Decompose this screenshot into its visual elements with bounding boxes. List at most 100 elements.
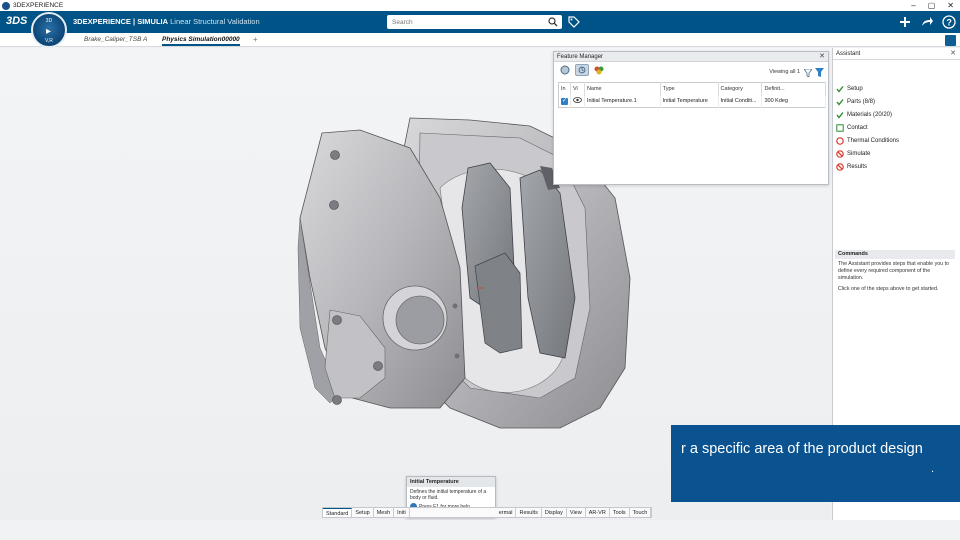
step-label: Thermal Conditions — [847, 137, 900, 144]
document-tab-bar: Brake_Caliper_TSB A Physics Simulation00… — [0, 33, 960, 47]
add-icon[interactable] — [898, 15, 912, 29]
blocked-icon — [836, 149, 844, 158]
app-logo-icon — [2, 1, 10, 10]
materials-icon[interactable] — [592, 64, 606, 76]
commands-title: Commands — [835, 250, 955, 259]
feature-manager-title: Feature Manager — [554, 52, 828, 62]
bottom-strip — [0, 520, 960, 540]
feature-type: Initial Temperature — [660, 95, 719, 108]
assistant-title: Assistant — [833, 48, 960, 60]
close-icon[interactable]: ✕ — [819, 52, 825, 62]
viewing-count: Viewing all 1 — [769, 69, 800, 75]
step-results[interactable]: Results — [836, 160, 899, 173]
ds-logo[interactable]: 3DS — [6, 15, 27, 27]
simulation-feature-icon[interactable] — [558, 64, 572, 76]
tab-tools[interactable]: Tools — [610, 508, 630, 517]
close-icon[interactable]: ✕ — [950, 48, 956, 60]
column-header-vi[interactable]: Vi — [570, 82, 585, 96]
step-label: Parts (8/8) — [847, 98, 876, 105]
tab-display[interactable]: Display — [542, 508, 567, 517]
column-header-name[interactable]: Name — [584, 82, 661, 96]
table-row[interactable]: ✓ Initial Temperature.1 Initial Temperat… — [558, 95, 826, 108]
step-label: Simulate — [847, 150, 871, 157]
step-parts[interactable]: Parts (8/8) — [836, 95, 899, 108]
warning-circle-icon — [836, 136, 844, 145]
tab-results[interactable]: Results — [516, 508, 542, 517]
window-controls: – ▢ ✕ — [911, 0, 954, 11]
check-icon — [836, 98, 844, 106]
tooltip-body: Defines the initial temperature of a bod… — [410, 489, 487, 501]
tab-initial[interactable]: Initi — [394, 508, 410, 517]
window-titlebar: 3DEXPERIENCE – ▢ ✕ — [0, 0, 960, 11]
column-header-in[interactable]: In — [558, 82, 571, 96]
brand-label: 3DEXPERIENCE | SIMULIA — [73, 17, 169, 26]
add-tab-icon[interactable]: + — [253, 35, 258, 44]
compass-top-label: 3D — [45, 18, 53, 24]
filter-icon[interactable] — [804, 69, 812, 77]
search-box[interactable] — [387, 15, 562, 29]
close-window-button[interactable]: ✕ — [947, 0, 954, 11]
tab-standard[interactable]: Standard — [323, 508, 353, 517]
commands-description: The Assistant provides steps that enable… — [838, 261, 950, 281]
column-header-type[interactable]: Type — [660, 82, 719, 96]
tab-thermal[interactable]: ermal — [496, 508, 517, 517]
step-label: Materials (20/20) — [847, 111, 893, 118]
empty-box-icon — [836, 123, 844, 132]
minimize-button[interactable]: – — [911, 0, 915, 11]
tab-ar-vr[interactable]: AR-VR — [586, 508, 610, 517]
filter-settings-icon[interactable] — [815, 68, 824, 77]
commands-section: Commands The Assistant provides steps th… — [835, 250, 955, 295]
play-icon[interactable]: ▸ — [46, 26, 51, 37]
feature-category: Initial Conditi... — [718, 95, 763, 108]
feature-manager-panel: Feature Manager ✕ Viewing all 1 In Vi Na… — [553, 51, 829, 185]
compass-widget[interactable]: 3D ▸ V,R — [31, 12, 67, 48]
tab-mesh[interactable]: Mesh — [374, 508, 395, 517]
column-header-definition[interactable]: Definit... — [761, 82, 826, 96]
window-title: 3DEXPERIENCE — [13, 2, 64, 9]
tab-physics-simulation[interactable]: Physics Simulation00000 — [162, 36, 240, 46]
help-icon[interactable]: ? — [942, 15, 956, 29]
caption-dot: . — [931, 463, 935, 475]
fullscreen-icon[interactable] — [945, 35, 956, 46]
maximize-button[interactable]: ▢ — [928, 0, 936, 11]
step-contact[interactable]: Contact — [836, 121, 899, 134]
app-name-label: Linear Structural Validation — [170, 17, 260, 26]
visibility-cell[interactable] — [570, 95, 585, 108]
compass-bottom-label: V,R — [45, 38, 53, 44]
step-label: Contact — [847, 124, 868, 131]
feature-table: In Vi Name Type Category Definit... ✓ In… — [558, 82, 826, 108]
video-caption: r a specific area of the product design … — [671, 425, 960, 502]
caption-text: r a specific area of the product design — [681, 441, 923, 457]
step-thermal-conditions[interactable]: Thermal Conditions — [836, 134, 899, 147]
tab-brake-caliper[interactable]: Brake_Caliper_TSB A — [84, 36, 147, 43]
search-input[interactable] — [387, 15, 537, 29]
topbar-right-icons: ? — [898, 15, 956, 29]
tab-touch[interactable]: Touch — [630, 508, 652, 517]
step-label: Results — [847, 163, 868, 170]
tag-icon[interactable] — [568, 16, 580, 28]
column-header-category[interactable]: Category — [718, 82, 763, 96]
assistant-steps: Setup Parts (8/8) Materials (20/20) Cont… — [836, 82, 899, 173]
share-icon[interactable] — [920, 15, 934, 29]
check-icon — [836, 111, 844, 119]
app-title: 3DEXPERIENCE | SIMULIA Linear Structural… — [73, 17, 260, 26]
search-icon[interactable] — [548, 17, 558, 27]
feature-definition: 300 Kdeg — [761, 95, 826, 108]
tooltip-title: Initial Temperature — [407, 477, 495, 487]
step-setup[interactable]: Setup — [836, 82, 899, 95]
step-simulate[interactable]: Simulate — [836, 147, 899, 160]
feature-name: Initial Temperature.1 — [584, 95, 661, 108]
commands-hint: Click one of the steps above to get star… — [838, 286, 939, 292]
check-icon — [836, 85, 844, 93]
include-checkbox[interactable]: ✓ — [558, 95, 571, 108]
tab-view[interactable]: View — [567, 508, 586, 517]
eye-icon[interactable] — [573, 97, 582, 104]
step-label: Setup — [847, 85, 863, 92]
svg-text:?: ? — [946, 18, 952, 28]
tab-setup[interactable]: Setup — [352, 508, 374, 517]
tab-hidden[interactable] — [410, 508, 496, 517]
conditions-filter-icon[interactable] — [575, 64, 589, 76]
action-bar: Standard Setup Mesh Initi ermal Results … — [322, 507, 653, 518]
step-materials[interactable]: Materials (20/20) — [836, 108, 899, 121]
blocked-icon — [836, 162, 844, 171]
